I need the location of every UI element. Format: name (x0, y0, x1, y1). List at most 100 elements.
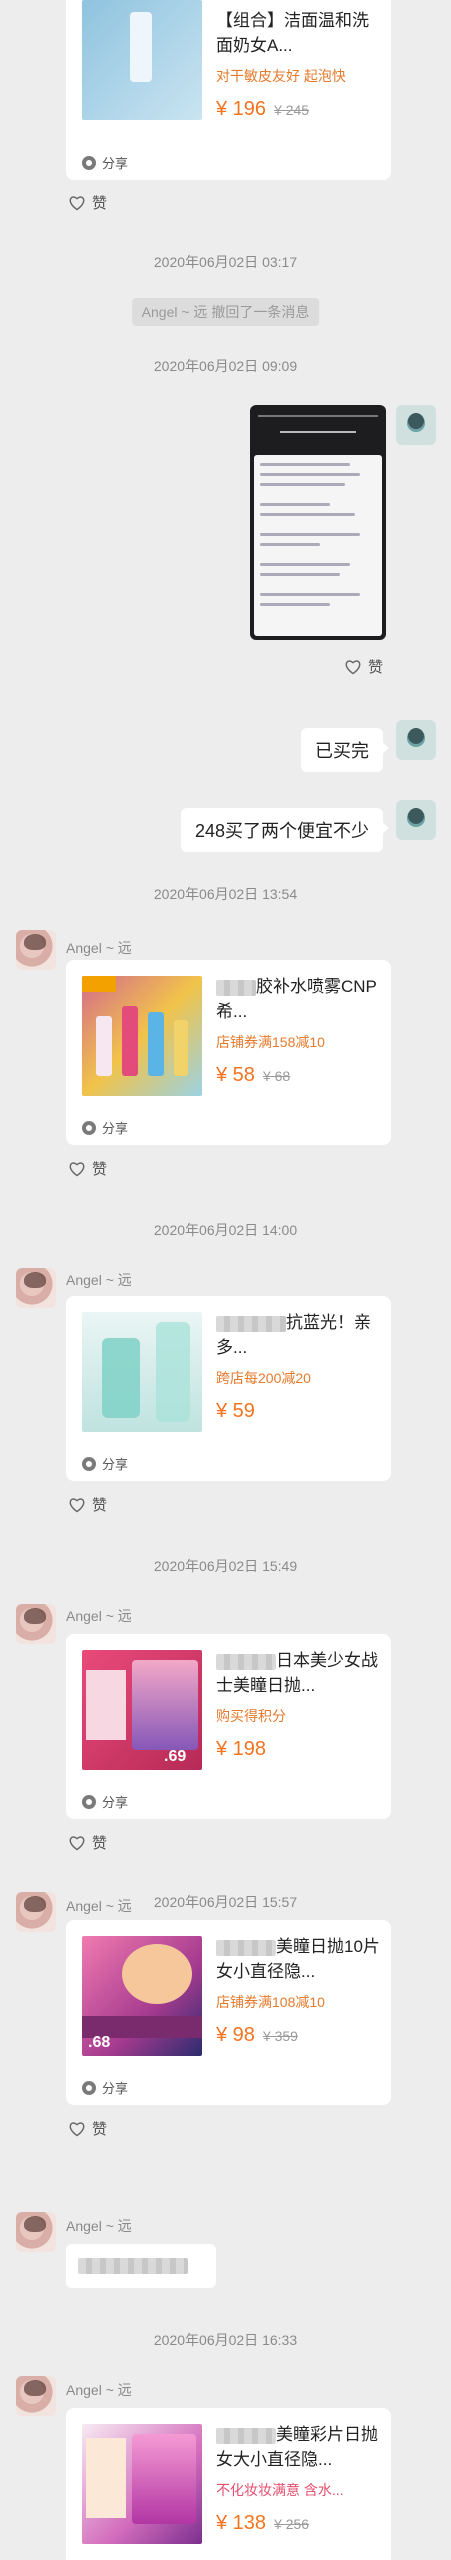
product-thumbnail: .68 (82, 1936, 202, 2056)
heart-icon (69, 1497, 85, 1512)
product-price: ¥ 198 (216, 1738, 266, 1761)
product-card-3[interactable]: 抗蓝光！亲多... 跨店每200减20 ¥ 59 分享 (66, 1296, 391, 1481)
like-label: 赞 (92, 195, 108, 212)
like-button[interactable]: 赞 (68, 192, 107, 213)
share-label: 分享 (102, 1457, 129, 1472)
product-title: 美瞳彩片日抛女大小直径隐... (216, 2425, 378, 2469)
self-avatar[interactable] (396, 800, 436, 840)
message-bubble: 248买了两个便宜不少 (180, 808, 390, 852)
contact-avatar[interactable] (16, 2212, 56, 2252)
like-label: 赞 (368, 659, 384, 676)
product-promo: 店铺券满108减10 (216, 1994, 325, 2010)
product-promo: 不化妆妆满意 含水... (216, 2482, 344, 2498)
share-button[interactable]: 分享 (82, 1118, 128, 1137)
timestamp: 2020年06月02日 09:09 (153, 358, 298, 374)
share-label: 分享 (102, 1121, 129, 1136)
share-icon (82, 1456, 96, 1471)
share-icon (82, 155, 96, 170)
price-current: ¥ 59 (216, 1400, 255, 1422)
timestamp: 2020年06月02日 13:54 (153, 886, 298, 902)
contact-avatar[interactable] (16, 1892, 56, 1932)
product-title: 美瞳日抛10片女小直径隐... (216, 1937, 380, 1981)
share-label: 分享 (102, 156, 129, 171)
price-current: ¥ 198 (216, 1738, 267, 1760)
heart-icon (69, 195, 85, 210)
share-icon (82, 2080, 96, 2095)
share-icon (82, 1794, 96, 1809)
product-card-6[interactable]: 美瞳彩片日抛女大小直径隐... 不化妆妆满意 含水... ¥ 138 ¥ 256 (66, 2408, 391, 2560)
like-label: 赞 (92, 1161, 108, 1178)
product-price: ¥ 196 ¥ 245 (216, 98, 309, 121)
product-thumbnail (82, 2424, 202, 2544)
product-price: ¥ 138 ¥ 256 (216, 2512, 309, 2535)
product-price: ¥ 59 (216, 1400, 255, 1423)
price-original: ¥ 256 (274, 2516, 310, 2532)
heart-icon (69, 1835, 85, 1850)
price-current: ¥ 98 (216, 2024, 255, 2046)
like-button[interactable]: 赞 (344, 656, 383, 677)
heart-icon (69, 1161, 85, 1176)
product-promo: 对干敏皮友好 起泡快 (216, 68, 346, 84)
sender-name: Angel ~ 远 (66, 1272, 132, 1288)
like-label: 赞 (92, 1835, 108, 1852)
like-button[interactable]: 赞 (68, 2118, 107, 2139)
product-promo: 购买得积分 (216, 1708, 286, 1724)
sender-name: Angel ~ 远 (66, 2218, 132, 2234)
sender-name: Angel ~ 远 (66, 1608, 132, 1624)
like-button[interactable]: 赞 (68, 1494, 107, 1515)
contact-avatar[interactable] (16, 930, 56, 970)
product-card-1[interactable]: 【组合】洁面温和洗面奶女A... 对干敏皮友好 起泡快 ¥ 196 ¥ 245 分… (66, 0, 391, 180)
product-title: 胶补水喷雾CNP希... (216, 977, 377, 1021)
sender-name: Angel ~ 远 (66, 2382, 132, 2398)
self-avatar[interactable] (396, 405, 436, 445)
product-price: ¥ 58 ¥ 68 (216, 1064, 290, 1087)
like-label: 赞 (92, 1497, 108, 1514)
recall-notice: Angel ~ 远 撤回了一条消息 (131, 298, 320, 326)
price-original: ¥ 68 (262, 1068, 291, 1084)
product-thumbnail (82, 0, 202, 120)
price-original: ¥ 245 (274, 102, 310, 118)
contact-avatar[interactable] (16, 1604, 56, 1644)
price-original: ¥ 359 (262, 2028, 298, 2044)
self-avatar[interactable] (396, 720, 436, 760)
like-label: 赞 (92, 2121, 108, 2138)
sender-name: Angel ~ 远 (66, 1898, 132, 1914)
product-card-2[interactable]: 胶补水喷雾CNP希... 店铺券满158减10 ¥ 58 ¥ 68 分享 (66, 960, 391, 1145)
sender-name: Angel ~ 远 (66, 940, 132, 956)
share-button[interactable]: 分享 (82, 2078, 128, 2097)
product-card-5[interactable]: .68 美瞳日抛10片女小直径隐... 店铺券满108减10 ¥ 98 ¥ 359… (66, 1920, 391, 2105)
product-card-4[interactable]: .69 日本美少女战士美瞳日抛... 购买得积分 ¥ 198 分享 (66, 1634, 391, 1819)
price-current: ¥ 138 (216, 2512, 267, 2534)
product-title: 【组合】洁面温和洗面奶女A... (216, 11, 369, 55)
product-thumbnail (82, 976, 202, 1096)
product-promo: 跨店每200减20 (216, 1370, 311, 1386)
contact-avatar[interactable] (16, 2376, 56, 2416)
product-price: ¥ 98 ¥ 359 (216, 2024, 298, 2047)
product-thumbnail: .69 (82, 1650, 202, 1770)
screenshot-image[interactable] (250, 405, 386, 640)
heart-icon (69, 2121, 85, 2136)
timestamp: 2020年06月02日 15:49 (153, 1558, 298, 1574)
timestamp: 2020年06月02日 03:17 (153, 254, 298, 270)
share-button[interactable]: 分享 (82, 1454, 128, 1473)
share-button[interactable]: 分享 (82, 153, 128, 172)
share-icon (82, 1120, 96, 1135)
share-label: 分享 (102, 1795, 129, 1810)
product-promo: 店铺券满158减10 (216, 1034, 325, 1050)
contact-avatar[interactable] (16, 1268, 56, 1308)
like-button[interactable]: 赞 (68, 1832, 107, 1853)
price-current: ¥ 58 (216, 1064, 255, 1086)
timestamp: 2020年06月02日 14:00 (153, 1222, 298, 1238)
timestamp: 2020年06月02日 16:33 (153, 2332, 298, 2348)
like-button[interactable]: 赞 (68, 1158, 107, 1179)
product-title: 抗蓝光！亲多... (216, 1313, 371, 1357)
message-bubble: 已买完 (301, 728, 389, 772)
product-thumbnail (82, 1312, 202, 1432)
price-current: ¥ 196 (216, 98, 267, 120)
product-title: 日本美少女战士美瞳日抛... (216, 1651, 378, 1695)
share-label: 分享 (102, 2081, 129, 2096)
thumbnail-price: .68 (88, 2034, 111, 2051)
thumbnail-price: .69 (164, 1748, 187, 1765)
blurred-message-bubble (66, 2244, 216, 2288)
share-button[interactable]: 分享 (82, 1792, 128, 1811)
